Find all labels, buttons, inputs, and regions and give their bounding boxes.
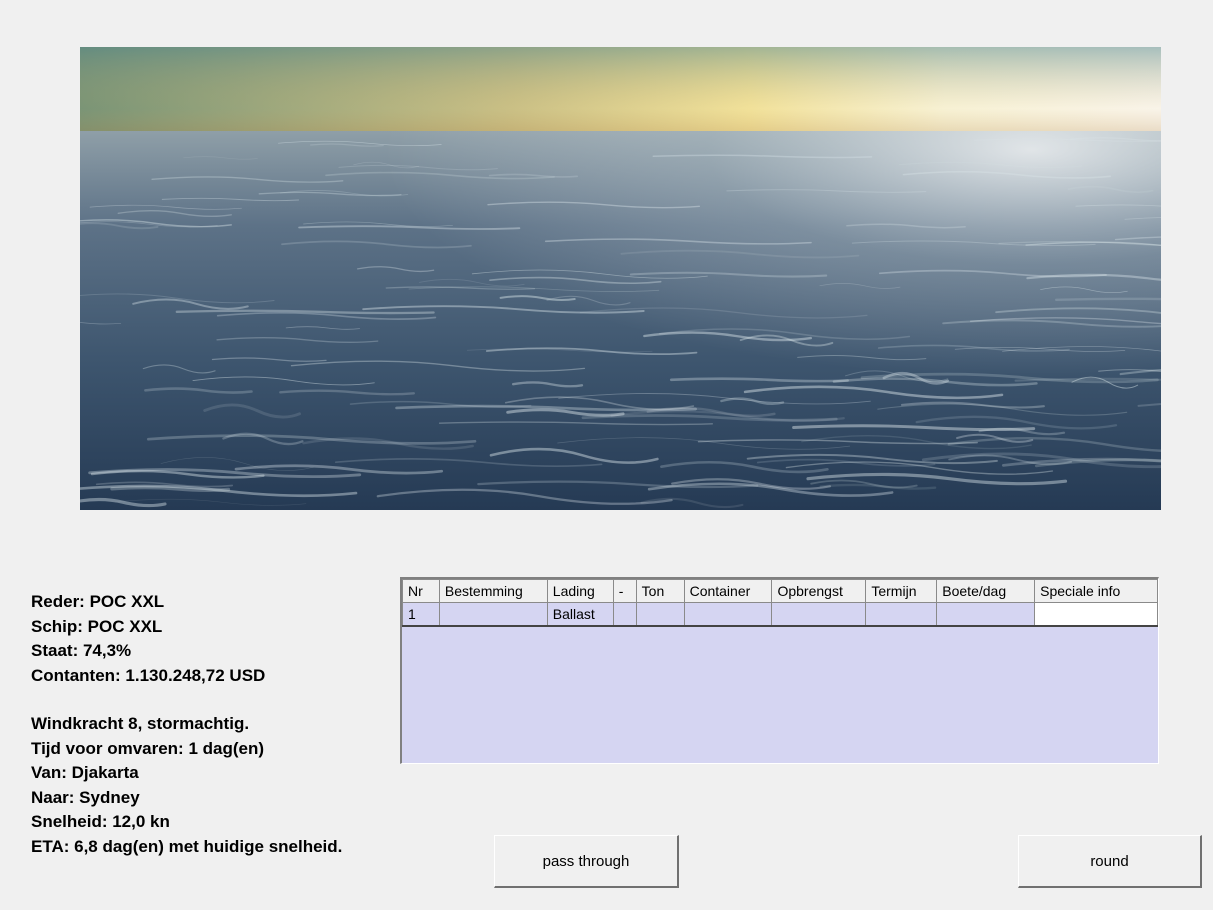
cargo-header-row: Nr Bestemming Lading - Ton Container Opb… (402, 579, 1158, 603)
eta-label: ETA: 6,8 dag(en) met huidige snelheid. (31, 836, 343, 856)
col-header-termijn[interactable]: Termijn (865, 579, 938, 603)
col-header-nr[interactable]: Nr (402, 579, 440, 603)
reder-label: Reder: POC XXL (31, 592, 165, 611)
contanten-label: Contanten: 1.130.248,72 USD (31, 665, 266, 685)
cell-boete[interactable] (936, 602, 1036, 627)
col-header-boete[interactable]: Boete/dag (936, 579, 1036, 603)
col-header-container[interactable]: Container (683, 579, 773, 603)
cargo-table[interactable]: Nr Bestemming Lading - Ton Container Opb… (400, 577, 1159, 764)
col-header-opbrengst[interactable]: Opbrengst (771, 579, 867, 603)
table-row[interactable]: 1 Ballast (402, 602, 1158, 627)
staat-label: Staat: 74,3% (31, 641, 132, 660)
col-header-speciale-info[interactable]: Speciale info (1034, 579, 1158, 603)
schip-label: Schip: POC XXL (31, 616, 163, 636)
ship-info-panel: Reder: POC XXL Schip: POC XXL Staat: 74,… (31, 590, 431, 859)
destination-label: Naar: Sydney (31, 787, 140, 807)
col-header-lading[interactable]: Lading (546, 579, 614, 603)
pass-through-button[interactable]: pass through (494, 835, 679, 888)
cell-termijn[interactable] (865, 602, 938, 627)
round-button[interactable]: round (1018, 835, 1202, 888)
omvaren-time-label: Tijd voor omvaren: 1 dag(en) (31, 738, 265, 758)
cell-nr[interactable]: 1 (402, 602, 440, 627)
col-header-bestemming[interactable]: Bestemming (438, 579, 548, 603)
origin-label: Van: Djakarta (31, 763, 139, 782)
col-header-ton[interactable]: Ton (635, 579, 685, 603)
cell-lading[interactable]: Ballast (546, 602, 614, 627)
windkracht-label: Windkracht 8, stormachtig. (31, 714, 250, 733)
cell-dash[interactable] (612, 602, 637, 627)
cell-ton[interactable] (635, 602, 685, 627)
col-header-dash[interactable]: - (612, 579, 637, 603)
cell-speciale-info[interactable] (1034, 602, 1158, 627)
ocean-view (80, 47, 1161, 510)
cell-bestemming[interactable] (438, 602, 548, 627)
ocean-waves-image (80, 47, 1161, 510)
cell-container[interactable] (683, 602, 773, 627)
speed-label: Snelheid: 12,0 kn (31, 812, 170, 831)
cell-opbrengst[interactable] (771, 602, 867, 627)
